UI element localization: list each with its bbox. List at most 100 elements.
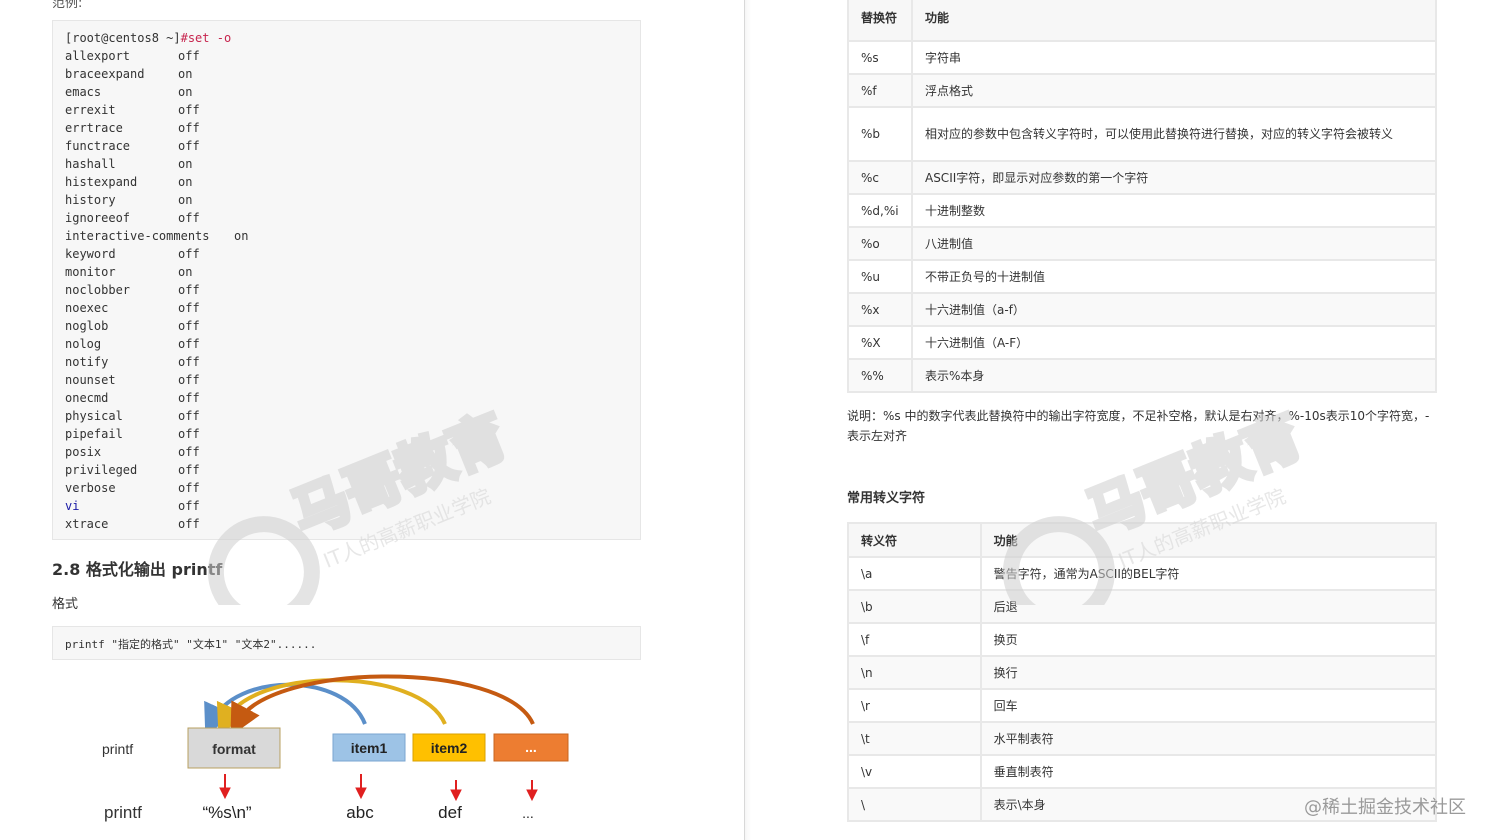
table-desc-cell: 八进制值 — [910, 226, 1438, 261]
table-header-cell: 功能 — [910, 0, 1438, 42]
table-key-cell: %X — [847, 325, 913, 360]
option-name: privileged — [65, 463, 138, 477]
escape-table: 转义符 功能 \a 警告字符，通常为ASCII的BEL字符 \b 后退 \f 换页 \n 换行 \r… — [847, 522, 1438, 822]
left-page: 范例: [root@centos8 ~]#set -o allexport off… — [0, 0, 744, 840]
option-value: off — [178, 427, 200, 441]
table-desc-cell: 十进制整数 — [910, 193, 1438, 228]
table-row: %u 不带正负号的十进制值 — [847, 259, 1438, 294]
option-line: nounset off — [65, 371, 640, 389]
table-desc-cell: 十六进制值（A-F） — [910, 325, 1438, 360]
table-desc-cell: 不带正负号的十进制值 — [910, 259, 1438, 294]
option-name: noclobber — [65, 283, 131, 297]
option-name: notify — [65, 355, 109, 369]
table-row: \r 回车 — [847, 688, 1438, 723]
option-name: hashall — [65, 157, 116, 171]
option-line: noglob off — [65, 317, 640, 335]
table-desc-cell: 回车 — [979, 688, 1438, 723]
option-value: off — [178, 337, 200, 351]
option-name: errtrace — [65, 121, 123, 135]
printf-diagram: printf format item1 item2 ... printf “%s… — [102, 674, 569, 822]
table-desc-cell: 字符串 — [910, 40, 1438, 75]
option-line: ignoreeof off — [65, 209, 640, 227]
option-line: noexec off — [65, 299, 640, 317]
option-name: onecmd — [65, 391, 109, 405]
table-row: %b 相对应的参数中包含转义字符时，可以使用此替换符进行替换，对应的转义字符会被转… — [847, 106, 1438, 162]
table-row: \t 水平制表符 — [847, 721, 1438, 756]
option-name: xtrace — [65, 517, 109, 531]
table-row: \a 警告字符，通常为ASCII的BEL字符 — [847, 556, 1438, 591]
option-line: errtrace off — [65, 119, 640, 137]
option-value: off — [178, 211, 200, 225]
option-line: emacs on — [65, 83, 640, 101]
table-key-cell: %s — [847, 40, 913, 75]
table-desc-cell: 十六进制值（a-f） — [910, 292, 1438, 327]
option-name: noexec — [65, 301, 109, 315]
table-key-cell: %f — [847, 73, 913, 108]
option-name: posix — [65, 445, 102, 459]
table-desc-cell: 警告字符，通常为ASCII的BEL字符 — [979, 556, 1438, 591]
table-row: %% 表示%本身 — [847, 358, 1438, 393]
table-key-cell: \a — [847, 556, 982, 591]
format-label: 格式 — [52, 597, 79, 612]
option-value: off — [178, 517, 200, 531]
table-desc-cell: 水平制表符 — [979, 721, 1438, 756]
table-row: \n 换行 — [847, 655, 1438, 690]
option-name: keyword — [65, 247, 116, 261]
option-value: off — [178, 49, 200, 63]
option-line: interactive-comments on — [65, 227, 640, 245]
table-key-cell: \r — [847, 688, 982, 723]
width-note: 说明：%s 中的数字代表此替换符中的输出字符宽度，不足补空格，默认是右对齐，%-… — [847, 409, 1430, 443]
table-row: %s 字符串 — [847, 40, 1438, 75]
diagram-printf-label-1: printf — [102, 741, 133, 757]
option-value: on — [178, 157, 193, 171]
table-key-cell: %% — [847, 358, 913, 393]
table-key-cell: \b — [847, 589, 982, 624]
option-name: noglob — [65, 319, 109, 333]
option-name: allexport — [65, 49, 131, 63]
option-value: on — [234, 229, 249, 243]
option-name: monitor — [65, 265, 116, 279]
option-value: on — [178, 67, 193, 81]
table-row: \v 垂直制表符 — [847, 754, 1438, 789]
option-line: verbose off — [65, 479, 640, 497]
table-desc-cell: 换行 — [979, 655, 1438, 690]
table-key-cell: %d,%i — [847, 193, 913, 228]
red-arrows — [219, 774, 538, 802]
table-row: %f 浮点格式 — [847, 73, 1438, 108]
table-row: %X 十六进制值（A-F） — [847, 325, 1438, 360]
option-name: ignoreeof — [65, 211, 131, 225]
table-key-cell: %b — [847, 106, 913, 162]
option-line: functrace off — [65, 137, 640, 155]
option-line: posix off — [65, 443, 640, 461]
item2-box-label: item2 — [431, 740, 468, 756]
option-name: history — [65, 193, 116, 207]
option-line: vi off — [65, 497, 640, 515]
juejin-watermark: @稀土掘金技术社区 — [1304, 797, 1466, 818]
option-name: verbose — [65, 481, 116, 495]
option-value: off — [178, 301, 200, 315]
option-line: nolog off — [65, 335, 640, 353]
table-row: %c ASCII字符，即显示对应参数的第一个字符 — [847, 160, 1438, 195]
option-name: errexit — [65, 103, 116, 117]
item1-box-label: item1 — [351, 740, 388, 756]
table-row: %d,%i 十进制整数 — [847, 193, 1438, 228]
table-header-row: 转义符 功能 — [847, 522, 1438, 558]
table-desc-cell: 表示%本身 — [910, 358, 1438, 393]
table-key-cell: %u — [847, 259, 913, 294]
table-desc-cell: 换页 — [979, 622, 1438, 657]
option-value: off — [178, 481, 200, 495]
terminal-prompt: [root@centos8 ~] — [65, 31, 181, 45]
option-line: pipefail off — [65, 425, 640, 443]
format-box-label: format — [212, 741, 256, 757]
option-value: off — [178, 319, 200, 333]
table-header-cell: 转义符 — [847, 522, 982, 558]
more-value: ... — [522, 805, 534, 821]
option-value: off — [178, 499, 200, 513]
option-line: xtrace off — [65, 515, 640, 533]
option-line: onecmd off — [65, 389, 640, 407]
option-line: keyword off — [65, 245, 640, 263]
table-header-row: 替换符 功能 — [847, 0, 1438, 42]
table-desc-cell: 相对应的参数中包含转义字符时，可以使用此替换符进行替换，对应的转义字符会被转义 — [910, 106, 1438, 162]
option-value: off — [178, 373, 200, 387]
option-value: off — [178, 283, 200, 297]
